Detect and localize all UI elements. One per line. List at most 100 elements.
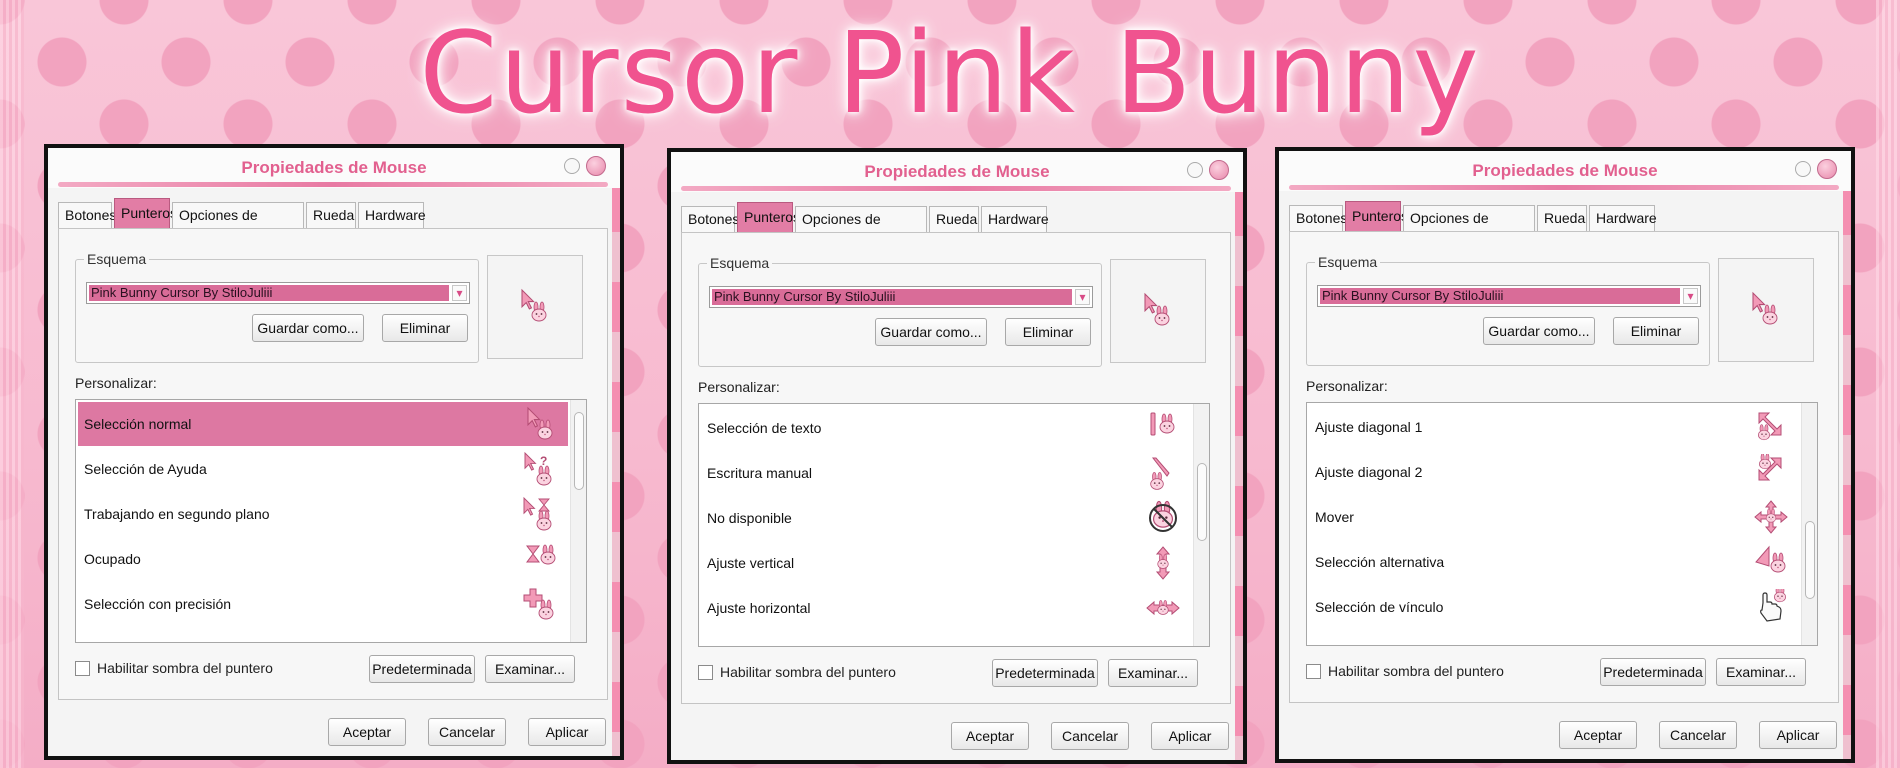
cursor-role-label: Escritura manual bbox=[707, 465, 813, 481]
window-title: Propiedades de Mouse bbox=[241, 158, 427, 177]
pointer-shadow-checkbox[interactable] bbox=[75, 661, 90, 676]
cursor-list-row[interactable]: Selección de vínculo bbox=[1309, 585, 1799, 629]
tab-strip: BotonesPunterosOpciones de punteroRuedaH… bbox=[1289, 201, 1657, 251]
title-bar[interactable]: Propiedades de Mouse bbox=[1279, 151, 1851, 191]
delete-button[interactable]: Eliminar bbox=[1005, 318, 1091, 346]
scheme-group: Esquema Pink Bunny Cursor By StiloJuliii… bbox=[698, 255, 1102, 367]
title-underline bbox=[1289, 185, 1839, 190]
pointer-shadow-checkbox[interactable] bbox=[1306, 664, 1321, 679]
scroll-thumb[interactable] bbox=[1197, 463, 1207, 542]
arrow-bunny-icon bbox=[516, 288, 552, 329]
default-button[interactable]: Predeterminada bbox=[1600, 658, 1706, 686]
mouse-properties-window: Propiedades de Mouse Botones Punteros Opci… bbox=[1275, 147, 1855, 763]
close-button[interactable] bbox=[1209, 160, 1229, 180]
list-scrollbar[interactable] bbox=[1801, 403, 1817, 645]
list-scrollbar[interactable] bbox=[570, 400, 586, 642]
apply-button[interactable]: Aplicar bbox=[1151, 722, 1229, 750]
cursor-list-row[interactable]: Selección normal bbox=[78, 402, 568, 446]
dropdown-arrow-icon[interactable]: ▾ bbox=[1075, 289, 1090, 305]
tab-botones[interactable]: Botones bbox=[58, 202, 116, 228]
scroll-thumb[interactable] bbox=[1805, 520, 1815, 599]
scroll-thumb[interactable] bbox=[574, 411, 584, 490]
cursor-list-row[interactable]: Escritura manual bbox=[701, 451, 1191, 495]
hand-bunny-icon bbox=[1753, 586, 1789, 625]
minimize-button[interactable] bbox=[1795, 161, 1811, 177]
cancel-button[interactable]: Cancelar bbox=[1051, 722, 1129, 750]
delete-button[interactable]: Eliminar bbox=[382, 314, 468, 342]
cursor-list-row[interactable]: Selección con precisión bbox=[78, 582, 568, 626]
dropdown-arrow-icon[interactable]: ▾ bbox=[452, 285, 467, 301]
close-button[interactable] bbox=[1817, 159, 1837, 179]
cursor-role-label: Selección de texto bbox=[707, 420, 822, 436]
cursor-preview bbox=[1718, 258, 1814, 362]
tab-opciones-de-puntero[interactable]: Opciones de puntero bbox=[1403, 205, 1535, 251]
tab-opciones-de-puntero[interactable]: Opciones de puntero bbox=[795, 206, 927, 252]
scheme-select[interactable]: Pink Bunny Cursor By StiloJuliii ▾ bbox=[709, 286, 1093, 308]
cursor-list-row[interactable]: Selección de Ayuda ? bbox=[78, 447, 568, 491]
dropdown-arrow-icon[interactable]: ▾ bbox=[1683, 288, 1698, 304]
pointers-tab-panel: Esquema Pink Bunny Cursor By StiloJuliii… bbox=[1289, 231, 1839, 703]
scheme-group: Esquema Pink Bunny Cursor By StiloJuliii… bbox=[1306, 254, 1710, 366]
tab-hardware[interactable]: Hardware bbox=[1589, 205, 1657, 231]
tab-rueda[interactable]: Rueda bbox=[1537, 205, 1587, 231]
minimize-button[interactable] bbox=[564, 158, 580, 174]
cursor-list: Selección de texto Escritura manual No d… bbox=[698, 403, 1210, 647]
cursor-list-row[interactable]: Ajuste diagonal 1 bbox=[1309, 405, 1799, 449]
arrow-bunny-icon bbox=[1139, 292, 1175, 333]
cursor-list-row[interactable]: Trabajando en segundo plano bbox=[78, 492, 568, 536]
save-as-button[interactable]: Guardar como... bbox=[1483, 317, 1595, 345]
tab-strip: BotonesPunterosOpciones de punteroRuedaH… bbox=[58, 198, 426, 248]
tab-hardware[interactable]: Hardware bbox=[981, 206, 1049, 232]
ok-button[interactable]: Aceptar bbox=[1559, 721, 1637, 749]
alternate-bunny-icon bbox=[1753, 544, 1789, 580]
cursor-list-row[interactable]: Mover bbox=[1309, 495, 1799, 539]
cursor-list-row[interactable]: Ajuste horizontal bbox=[701, 586, 1191, 630]
cursor-list: Ajuste diagonal 1 Ajuste diagonal 2 Move… bbox=[1306, 402, 1818, 646]
scheme-select[interactable]: Pink Bunny Cursor By StiloJuliii ▾ bbox=[1317, 285, 1701, 307]
tab-opciones-de-puntero[interactable]: Opciones de puntero bbox=[172, 202, 304, 248]
list-scrollbar[interactable] bbox=[1193, 404, 1209, 646]
close-button[interactable] bbox=[586, 156, 606, 176]
mouse-properties-window: Propiedades de Mouse Botones Punteros Opci… bbox=[44, 144, 624, 760]
title-underline bbox=[681, 186, 1231, 191]
cursor-list-row[interactable]: No disponible bbox=[701, 496, 1191, 540]
default-button[interactable]: Predeterminada bbox=[992, 659, 1098, 687]
cursor-list: Selección normal Selección de Ayuda ? Tr… bbox=[75, 399, 587, 643]
cursor-list-row[interactable]: Selección alternativa bbox=[1309, 540, 1799, 584]
cursor-list-row[interactable]: Ajuste diagonal 2 bbox=[1309, 450, 1799, 494]
cursor-list-row[interactable]: Selección de texto bbox=[701, 406, 1191, 450]
minimize-button[interactable] bbox=[1187, 162, 1203, 178]
crosshair-bunny-icon bbox=[522, 586, 558, 622]
tab-botones[interactable]: Botones bbox=[681, 206, 739, 232]
cursor-list-row[interactable]: Ajuste vertical bbox=[701, 541, 1191, 585]
arrow-bunny-icon bbox=[522, 406, 558, 442]
ok-button[interactable]: Aceptar bbox=[328, 718, 406, 746]
default-button[interactable]: Predeterminada bbox=[369, 655, 475, 683]
apply-button[interactable]: Aplicar bbox=[1759, 721, 1837, 749]
tab-rueda[interactable]: Rueda bbox=[929, 206, 979, 232]
cursor-role-label: Mover bbox=[1315, 509, 1354, 525]
tab-punteros[interactable]: Punteros bbox=[1345, 201, 1408, 231]
tab-punteros[interactable]: Punteros bbox=[114, 198, 177, 228]
title-bar[interactable]: Propiedades de Mouse bbox=[671, 152, 1243, 192]
cancel-button[interactable]: Cancelar bbox=[428, 718, 506, 746]
scheme-select[interactable]: Pink Bunny Cursor By StiloJuliii ▾ bbox=[86, 282, 470, 304]
browse-button[interactable]: Examinar... bbox=[1108, 659, 1198, 687]
cursor-role-label: Trabajando en segundo plano bbox=[84, 506, 270, 522]
ok-button[interactable]: Aceptar bbox=[951, 722, 1029, 750]
cancel-button[interactable]: Cancelar bbox=[1659, 721, 1737, 749]
pointer-shadow-checkbox[interactable] bbox=[698, 665, 713, 680]
save-as-button[interactable]: Guardar como... bbox=[875, 318, 987, 346]
tab-botones[interactable]: Botones bbox=[1289, 205, 1347, 231]
save-as-button[interactable]: Guardar como... bbox=[252, 314, 364, 342]
title-bar[interactable]: Propiedades de Mouse bbox=[48, 148, 620, 188]
tab-hardware[interactable]: Hardware bbox=[358, 202, 426, 228]
tab-rueda[interactable]: Rueda bbox=[306, 202, 356, 228]
background-strip bbox=[1235, 186, 1243, 760]
browse-button[interactable]: Examinar... bbox=[485, 655, 575, 683]
cursor-list-row[interactable]: Ocupado bbox=[78, 537, 568, 581]
delete-button[interactable]: Eliminar bbox=[1613, 317, 1699, 345]
browse-button[interactable]: Examinar... bbox=[1716, 658, 1806, 686]
tab-punteros[interactable]: Punteros bbox=[737, 202, 800, 232]
apply-button[interactable]: Aplicar bbox=[528, 718, 606, 746]
